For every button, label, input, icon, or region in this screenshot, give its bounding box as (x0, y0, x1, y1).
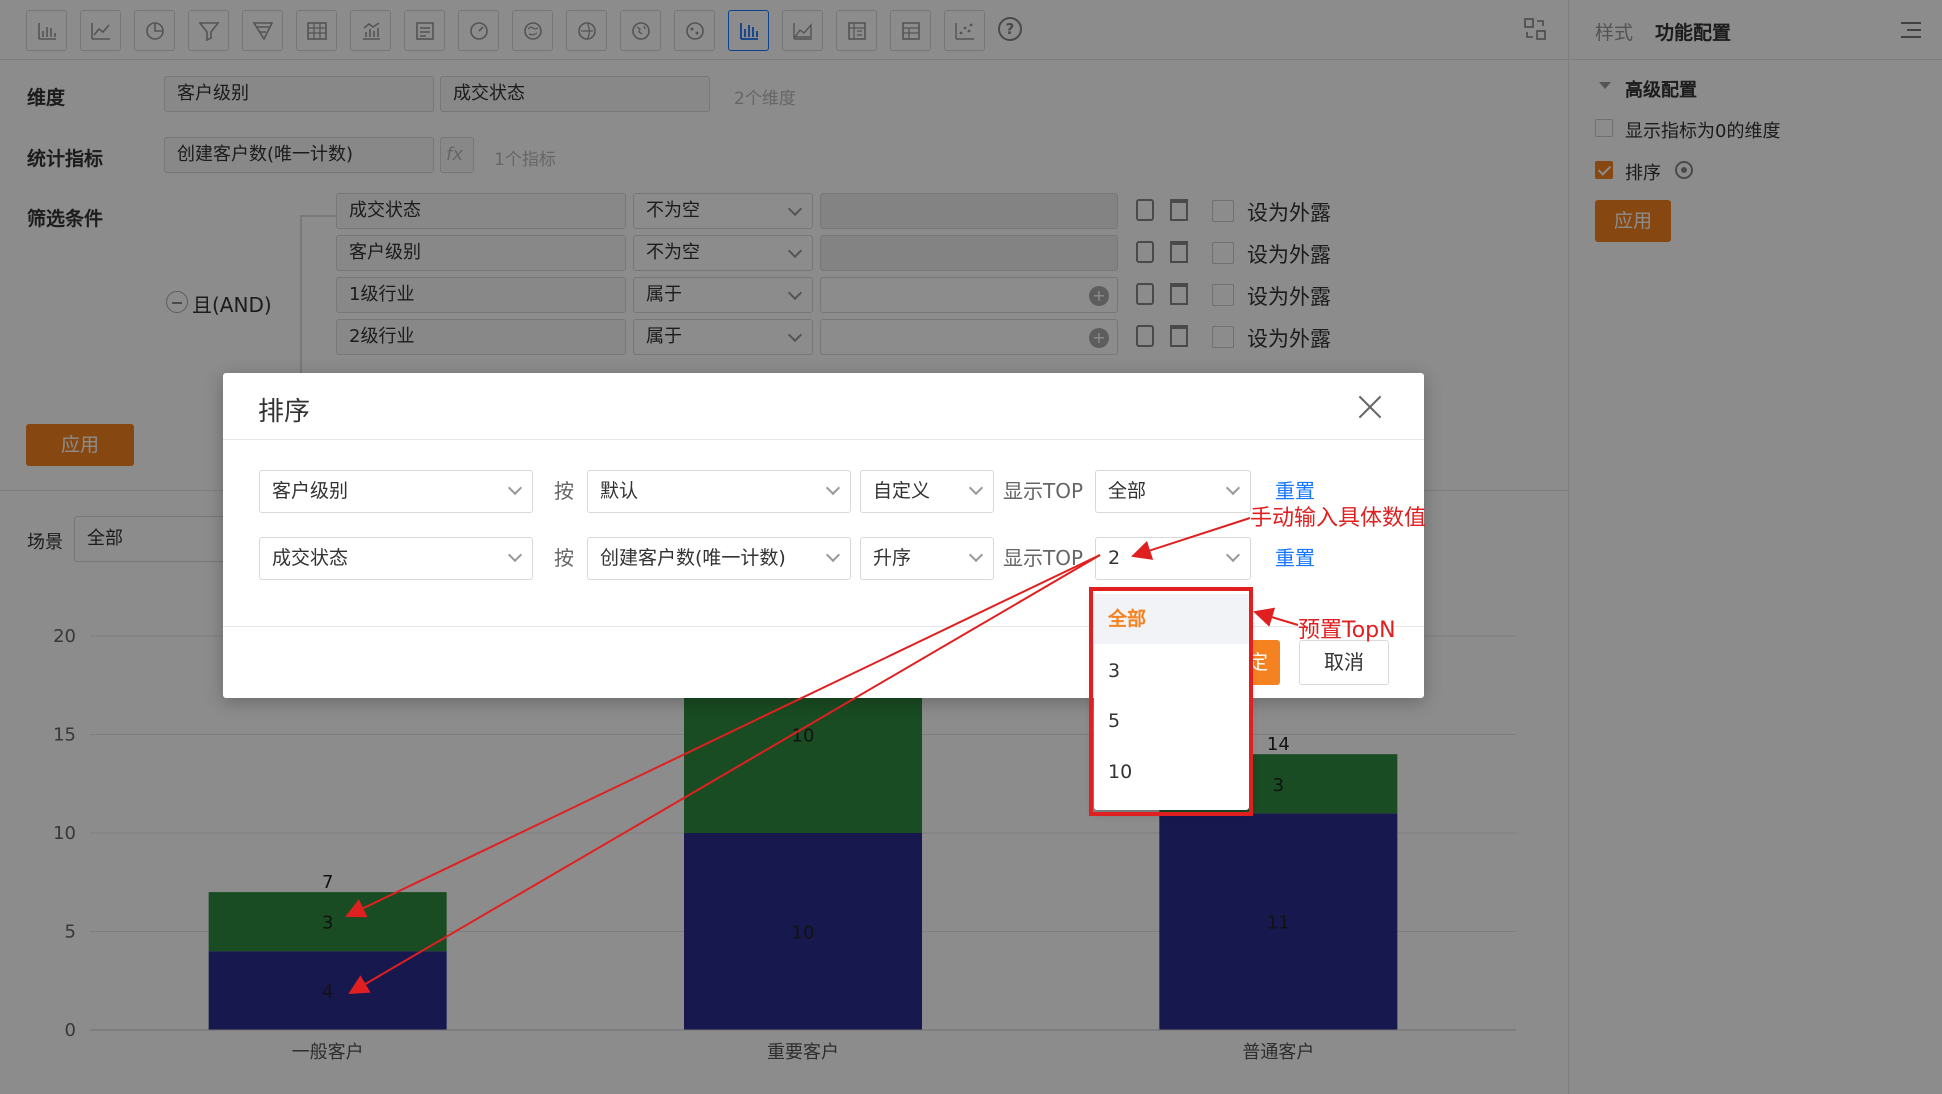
arrow-line (345, 554, 1101, 918)
annotation-arrows (345, 517, 1299, 995)
arrow-line (1253, 607, 1299, 627)
annotation-preset-topn: 预置TopN (1298, 618, 1396, 643)
annotation-manual-input: 手动输入具体数值 (1250, 506, 1427, 531)
arrow-line (1131, 517, 1251, 560)
arrow-line (348, 554, 1101, 995)
